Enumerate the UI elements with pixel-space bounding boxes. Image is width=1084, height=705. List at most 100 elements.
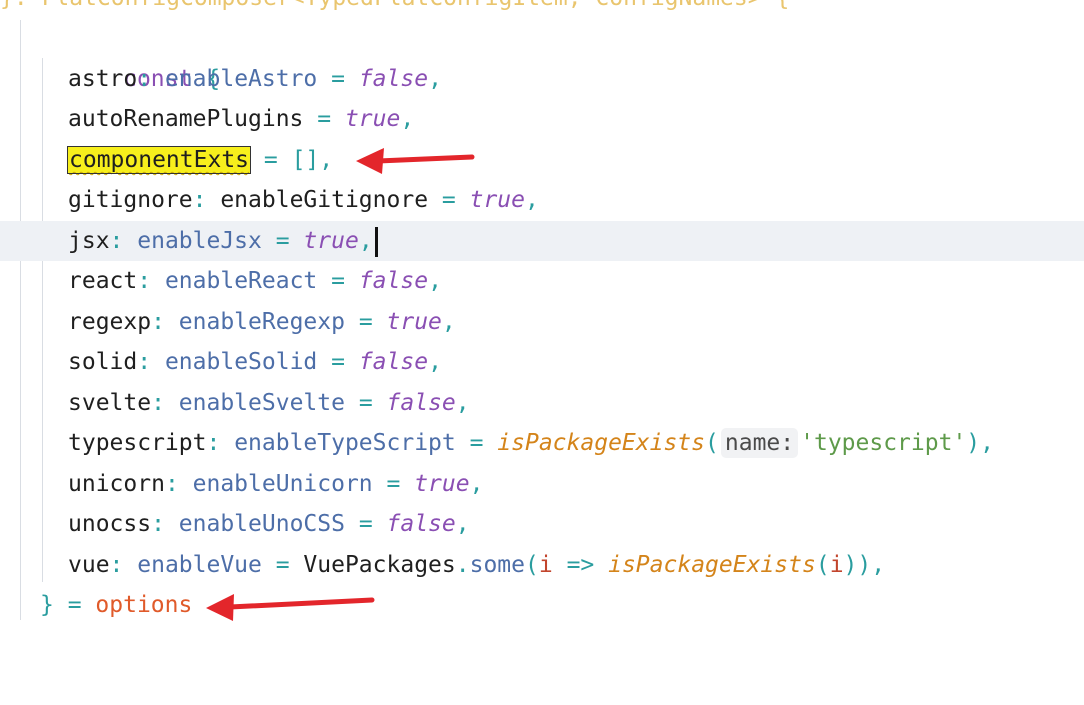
colon: : [164,471,193,497]
default-value: [] [291,147,320,173]
lambda-param: i [538,552,553,578]
code-line-astro: astro: enableAstro = false, [0,59,1084,99]
code-line-unocss: unocss: enableUnoCSS = false, [0,504,1084,544]
equals: = [53,592,96,618]
close-brace: } [40,592,54,618]
options-identifier: options [95,592,193,618]
colon: : [109,228,138,254]
arrow-operator: => [552,552,609,578]
code-line-close: } = options [0,585,1084,625]
annotation-arrow-icon [206,594,375,621]
open-paren: ( [705,430,719,456]
equals: = [303,106,345,132]
annotation-arrow-icon [356,148,475,174]
colon: : [206,430,235,456]
equals: = [344,511,387,537]
dot: . [455,552,470,578]
property-name: react [68,268,138,294]
equals: = [344,309,387,335]
local-variable: enableJsx [137,228,262,254]
comma: , [400,106,415,132]
equals: = [455,430,498,456]
property-name: typescript [68,430,207,456]
string-literal: 'typescript' [800,430,967,456]
text-caret [374,226,378,257]
property-name: regexp [68,309,152,335]
colon: : [151,309,179,335]
comma: , [358,228,373,254]
colon: : [137,349,165,375]
code-line-gitignore: gitignore: enableGitignore = true, [0,180,1084,220]
code-line-text: }: FlatConfigComposer<TypedFlatConfigIte… [0,0,789,18]
property-name: autoRenamePlugins [68,106,304,132]
equals: = [317,268,359,294]
property-name: gitignore [68,187,193,213]
equals: = [261,552,304,578]
highlighted-identifier[interactable]: componentExts [66,146,252,174]
local-variable: enableVue [137,552,262,578]
code-line-svelte: svelte: enableSvelte = false, [0,383,1084,423]
property-name: svelte [68,390,152,416]
default-value: true [344,106,401,132]
code-line-componentExts: componentExts = [], [0,140,1084,180]
default-value: false [358,268,429,294]
default-value: false [358,66,429,92]
code-line-regexp: regexp: enableRegexp = true, [0,302,1084,342]
property-name: unicorn [68,471,165,497]
code-line-0: }: FlatConfigComposer<TypedFlatConfigIte… [0,0,1084,18]
colon: : [192,187,221,213]
equals: = [372,471,415,497]
local-variable: enableReact [164,268,318,294]
code-line-solid: solid: enableSolid = false, [0,342,1084,382]
property-name: vue [68,552,110,578]
property-name: unocss [68,511,152,537]
code-line-jsx-current: jsx: enableJsx = true, [0,221,1084,261]
comma: , [524,187,539,213]
comma: , [455,511,470,537]
local-variable: enableTypeScript [234,430,456,456]
code-line-react: react: enableReact = false, [0,261,1084,301]
property-name: astro [68,66,138,92]
class-reference: VuePackages [303,552,456,578]
local-variable: enableAstro [164,66,318,92]
default-value: false [386,390,456,416]
colon: : [109,552,138,578]
open-paren: ( [815,552,830,578]
comma: , [469,471,484,497]
equals: = [317,349,359,375]
colon: : [137,66,165,92]
function-call: isPackageExists [608,552,816,578]
local-variable: enableGitignore [220,187,429,213]
code-line-typescript: typescript: enableTypeScript = isPackage… [0,423,1084,463]
default-value: true [469,187,525,213]
parameter-hint: name: [720,428,799,458]
function-call: isPackageExists [497,430,706,456]
comma: , [428,66,442,92]
colon: : [137,268,165,294]
close-paren: )), [843,552,886,578]
code-line-const: const { [0,19,1084,92]
equals: = [317,66,359,92]
local-variable: enableSvelte [178,390,345,416]
lambda-param-usage: i [829,552,844,578]
comma: , [428,349,442,375]
default-value: true [386,309,442,335]
property-name: jsx [68,228,110,254]
open-paren: ( [525,552,539,578]
code-line-unicorn: unicorn: enableUnicorn = true, [0,464,1084,504]
comma: , [428,268,442,294]
local-variable: enableUnoCSS [178,511,345,537]
equals: = [428,187,470,213]
default-value: true [414,471,470,497]
local-variable: enableSolid [164,349,318,375]
code-editor[interactable]: }: FlatConfigComposer<TypedFlatConfigIte… [0,0,1084,638]
default-value: false [358,349,429,375]
local-variable: enableRegexp [178,309,345,335]
close-paren: ), [966,430,994,456]
equals: = [250,147,292,173]
code-line-autoRenamePlugins: autoRenamePlugins = true, [0,99,1084,139]
property-name: solid [68,349,138,375]
comma: , [441,309,456,335]
local-variable: enableUnicorn [192,471,373,497]
method-call: some [469,552,525,578]
